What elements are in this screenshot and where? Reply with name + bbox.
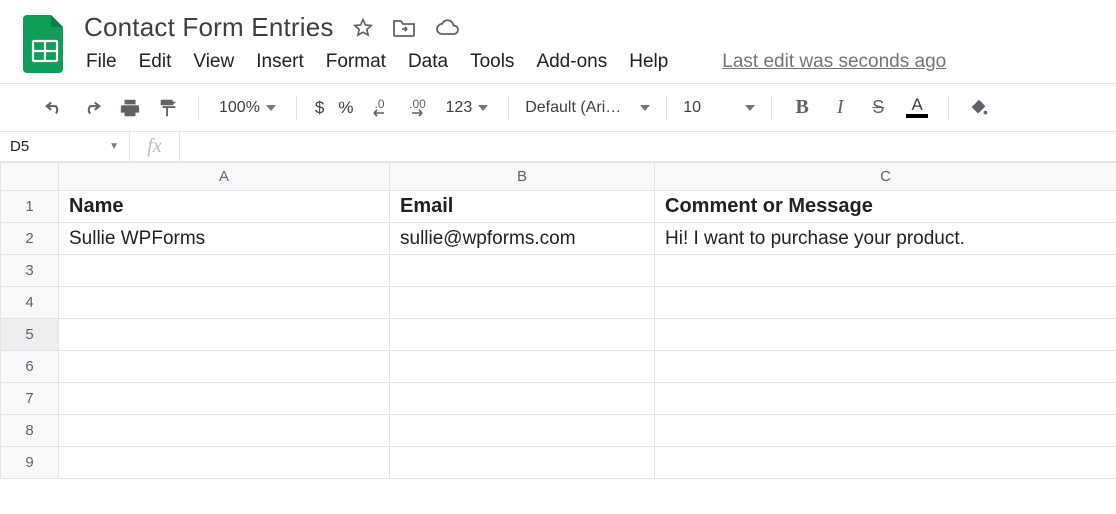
increase-decimal-label: .00	[409, 99, 426, 109]
cell-B3[interactable]	[390, 255, 655, 287]
cell-C7[interactable]	[655, 383, 1116, 415]
cell-A2-value: Sullie WPForms	[59, 224, 389, 254]
row-header-3[interactable]: 3	[1, 255, 59, 287]
menu-file[interactable]: File	[86, 51, 117, 73]
menu-tools[interactable]: Tools	[470, 51, 514, 73]
cell-C8[interactable]	[655, 415, 1116, 447]
cell-A1[interactable]: Name	[59, 191, 390, 223]
cell-C6[interactable]	[655, 351, 1116, 383]
fx-icon: fx	[130, 132, 180, 161]
move-to-folder-icon[interactable]	[392, 17, 416, 39]
redo-button[interactable]	[78, 92, 106, 124]
cell-A5[interactable]	[59, 319, 390, 351]
more-formats-label: 123	[446, 99, 473, 117]
cell-A9[interactable]	[59, 447, 390, 479]
name-box-value: D5	[10, 138, 29, 155]
menu-format[interactable]: Format	[326, 51, 386, 73]
zoom-dropdown[interactable]: 100%	[215, 99, 280, 117]
cell-B9[interactable]	[390, 447, 655, 479]
last-edit-link[interactable]: Last edit was seconds ago	[722, 51, 946, 73]
text-color-letter: A	[912, 98, 923, 112]
font-family-dropdown[interactable]: Default (Ari…	[525, 99, 650, 117]
cell-A3[interactable]	[59, 255, 390, 287]
text-color-button[interactable]: A	[906, 98, 928, 118]
cell-B2-value: sullie@wpforms.com	[390, 224, 654, 254]
cell-C1-value: Comment or Message	[655, 191, 1116, 222]
format-percent-button[interactable]: %	[336, 98, 355, 118]
select-all-corner[interactable]	[1, 163, 59, 191]
menu-edit[interactable]: Edit	[139, 51, 172, 73]
cell-B2[interactable]: sullie@wpforms.com	[390, 223, 655, 255]
decrease-decimal-label: .0	[375, 99, 385, 109]
document-title[interactable]: Contact Form Entries	[84, 12, 334, 43]
cell-A6[interactable]	[59, 351, 390, 383]
sheets-logo[interactable]	[20, 12, 70, 76]
cell-B8[interactable]	[390, 415, 655, 447]
cell-B7[interactable]	[390, 383, 655, 415]
menu-bar: File Edit View Insert Format Data Tools …	[84, 43, 1100, 83]
cell-C2-value: Hi! I want to purchase your product.	[655, 224, 1116, 254]
more-formats-dropdown[interactable]: 123	[442, 99, 493, 117]
cell-C5[interactable]	[655, 319, 1116, 351]
cell-A2[interactable]: Sullie WPForms	[59, 223, 390, 255]
cell-C2[interactable]: Hi! I want to purchase your product.	[655, 223, 1116, 255]
cell-A7[interactable]	[59, 383, 390, 415]
row-header-1[interactable]: 1	[1, 191, 59, 223]
paint-format-button[interactable]	[154, 92, 182, 124]
cell-B4[interactable]	[390, 287, 655, 319]
column-header-C[interactable]: C	[655, 163, 1116, 191]
format-currency-button[interactable]: $	[313, 98, 326, 118]
star-icon[interactable]	[352, 17, 374, 39]
cell-C1[interactable]: Comment or Message	[655, 191, 1116, 223]
font-size-value: 10	[683, 99, 701, 117]
chevron-down-icon: ▼	[109, 141, 119, 152]
cell-B1[interactable]: Email	[390, 191, 655, 223]
cell-A1-value: Name	[59, 191, 389, 222]
cell-C3[interactable]	[655, 255, 1116, 287]
cell-C4[interactable]	[655, 287, 1116, 319]
text-color-underline	[906, 114, 928, 118]
row-header-7[interactable]: 7	[1, 383, 59, 415]
strikethrough-button[interactable]: S	[864, 92, 892, 124]
italic-button[interactable]: I	[826, 92, 854, 124]
menu-insert[interactable]: Insert	[256, 51, 304, 73]
row-header-9[interactable]: 9	[1, 447, 59, 479]
fill-color-button[interactable]	[965, 92, 993, 124]
increase-decimal-button[interactable]: .00	[404, 92, 432, 124]
cell-A8[interactable]	[59, 415, 390, 447]
row-header-5[interactable]: 5	[1, 319, 59, 351]
menu-help[interactable]: Help	[629, 51, 668, 73]
cell-B5[interactable]	[390, 319, 655, 351]
spreadsheet-grid[interactable]: A B C 1 Name Email Comment or Message 2 …	[0, 162, 1116, 479]
name-box[interactable]: D5 ▼	[0, 132, 130, 161]
column-header-B[interactable]: B	[390, 163, 655, 191]
print-button[interactable]	[116, 92, 144, 124]
bold-button[interactable]: B	[788, 92, 816, 124]
menu-addons[interactable]: Add-ons	[536, 51, 607, 73]
cell-C9[interactable]	[655, 447, 1116, 479]
menu-view[interactable]: View	[193, 51, 234, 73]
zoom-value: 100%	[219, 99, 260, 117]
undo-button[interactable]	[40, 92, 68, 124]
toolbar: 100% $ % .0 .00 123 Default (Ari… 10	[0, 84, 1116, 132]
row-header-8[interactable]: 8	[1, 415, 59, 447]
menu-data[interactable]: Data	[408, 51, 448, 73]
cloud-status-icon[interactable]	[434, 17, 460, 39]
font-size-dropdown[interactable]: 10	[683, 99, 755, 117]
row-header-6[interactable]: 6	[1, 351, 59, 383]
cell-B1-value: Email	[390, 191, 654, 222]
cell-B6[interactable]	[390, 351, 655, 383]
font-family-value: Default (Ari…	[525, 99, 621, 117]
cell-A4[interactable]	[59, 287, 390, 319]
column-header-A[interactable]: A	[59, 163, 390, 191]
formula-input[interactable]	[180, 132, 1116, 161]
row-header-4[interactable]: 4	[1, 287, 59, 319]
row-header-2[interactable]: 2	[1, 223, 59, 255]
decrease-decimal-button[interactable]: .0	[366, 92, 394, 124]
